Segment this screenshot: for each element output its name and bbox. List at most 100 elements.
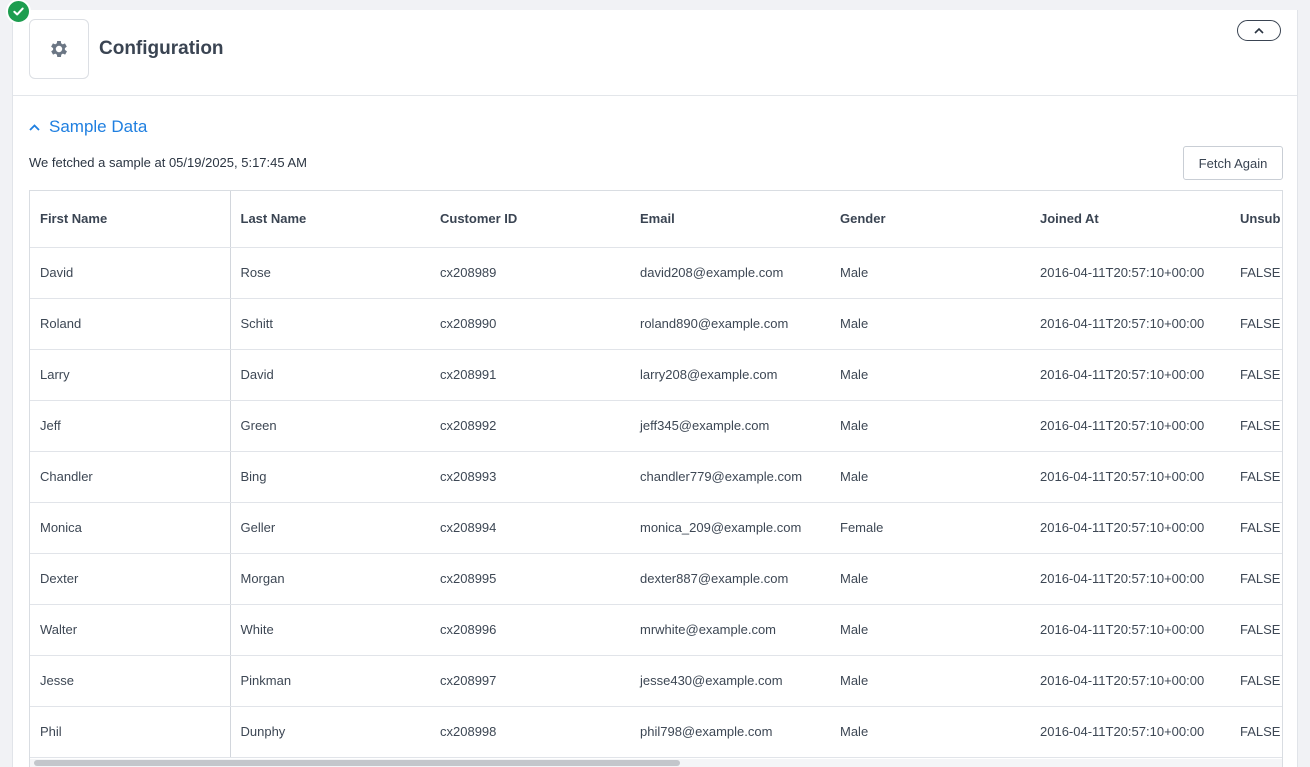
- sample-data-toggle[interactable]: Sample Data: [29, 117, 147, 137]
- section-title: Sample Data: [49, 117, 148, 136]
- gear-icon-box: [29, 19, 89, 79]
- table-row[interactable]: Roland Schitt cx208990 roland890@example.co…: [30, 298, 1282, 350]
- table-cell: 2016-04-11T20:57:10+00:00: [1030, 247, 1230, 299]
- table-cell: FALSE: [1230, 502, 1282, 554]
- table-cell: FALSE: [1230, 706, 1282, 758]
- table-cell: cx208997: [430, 655, 630, 707]
- table-cell: Male: [830, 349, 1030, 401]
- table-cell: FALSE: [1230, 400, 1282, 452]
- table-cell: Female: [830, 502, 1030, 554]
- table-cell: monica_209@example.com: [630, 502, 830, 554]
- table-cell: 2016-04-11T20:57:10+00:00: [1030, 655, 1230, 707]
- table-cell: Male: [830, 604, 1030, 656]
- table-row[interactable]: Jeff Green cx208992 jeff345@example.com Male…: [30, 400, 1282, 452]
- table-cell: Schitt: [230, 298, 430, 350]
- table-cell: 2016-04-11T20:57:10+00:00: [1030, 400, 1230, 452]
- fetch-again-button[interactable]: Fetch Again: [1183, 146, 1283, 180]
- table-cell: jeff345@example.com: [630, 400, 830, 452]
- config-header: Configuration: [13, 10, 1297, 96]
- table-cell: FALSE: [1230, 247, 1282, 299]
- table-cell: Jesse: [30, 655, 231, 707]
- column-header[interactable]: Customer ID: [430, 191, 630, 248]
- table-cell: 2016-04-11T20:57:10+00:00: [1030, 604, 1230, 656]
- collapse-button[interactable]: [1237, 20, 1281, 41]
- table-cell: Male: [830, 400, 1030, 452]
- table-cell: Chandler: [30, 451, 231, 503]
- table-cell: cx208989: [430, 247, 630, 299]
- table-cell: cx208992: [430, 400, 630, 452]
- column-header[interactable]: Last Name: [230, 191, 430, 248]
- table-cell: Morgan: [230, 553, 430, 605]
- table-row[interactable]: Phil Dunphy cx208998 phil798@example.com Mal…: [30, 706, 1282, 758]
- check-circle-icon: [6, 0, 31, 24]
- table-row[interactable]: Walter White cx208996 mrwhite@example.com Ma…: [30, 604, 1282, 656]
- table-cell: Larry: [30, 349, 231, 401]
- column-header[interactable]: Gender: [830, 191, 1030, 248]
- table-cell: David: [30, 247, 231, 299]
- table-cell: David: [230, 349, 430, 401]
- table-cell: cx208998: [430, 706, 630, 758]
- table-cell: david208@example.com: [630, 247, 830, 299]
- table-cell: mrwhite@example.com: [630, 604, 830, 656]
- table-cell: cx208991: [430, 349, 630, 401]
- table-cell: jesse430@example.com: [630, 655, 830, 707]
- table-cell: cx208996: [430, 604, 630, 656]
- table-cell: Male: [830, 655, 1030, 707]
- table-cell: dexter887@example.com: [630, 553, 830, 605]
- table-cell: larry208@example.com: [630, 349, 830, 401]
- table-cell: Male: [830, 247, 1030, 299]
- table-cell: FALSE: [1230, 553, 1282, 605]
- chevron-up-icon: [29, 124, 40, 131]
- scrollbar-thumb[interactable]: [34, 760, 680, 766]
- gear-icon: [51, 41, 67, 57]
- table-cell: Male: [830, 706, 1030, 758]
- table-cell: Pinkman: [230, 655, 430, 707]
- table-cell: 2016-04-11T20:57:10+00:00: [1030, 553, 1230, 605]
- table-row[interactable]: David Rose cx208989 david208@example.com Mal…: [30, 247, 1282, 299]
- table-cell: Jeff: [30, 400, 231, 452]
- table-cell: Phil: [30, 706, 231, 758]
- table-cell: roland890@example.com: [630, 298, 830, 350]
- chevron-up-icon: [1254, 27, 1264, 34]
- table-cell: Male: [830, 553, 1030, 605]
- table-cell: Male: [830, 451, 1030, 503]
- table-cell: 2016-04-11T20:57:10+00:00: [1030, 349, 1230, 401]
- table-cell: 2016-04-11T20:57:10+00:00: [1030, 298, 1230, 350]
- table-cell: 2016-04-11T20:57:10+00:00: [1030, 502, 1230, 554]
- table-cell: FALSE: [1230, 298, 1282, 350]
- table-row[interactable]: Monica Geller cx208994 monica_209@example.c…: [30, 502, 1282, 554]
- column-header[interactable]: Unsub: [1230, 191, 1282, 248]
- table-row[interactable]: Jesse Pinkman cx208997 jesse430@example.com…: [30, 655, 1282, 707]
- table-cell: Dexter: [30, 553, 231, 605]
- table-cell: Roland: [30, 298, 231, 350]
- table-cell: chandler779@example.com: [630, 451, 830, 503]
- table-cell: Geller: [230, 502, 430, 554]
- table-cell: cx208994: [430, 502, 630, 554]
- table-cell: Dunphy: [230, 706, 430, 758]
- table-cell: Rose: [230, 247, 430, 299]
- page-title: Configuration: [99, 38, 224, 59]
- table-cell: 2016-04-11T20:57:10+00:00: [1030, 451, 1230, 503]
- sample-data-table: First Name Last Name Customer ID Email G…: [29, 190, 1283, 767]
- horizontal-scrollbar[interactable]: [30, 759, 1282, 767]
- table-cell: Monica: [30, 502, 231, 554]
- table-cell: cx208990: [430, 298, 630, 350]
- configuration-card: Configuration Sample Data We fetched a s…: [12, 10, 1298, 767]
- table-row[interactable]: Larry David cx208991 larry208@example.com Ma…: [30, 349, 1282, 401]
- column-header[interactable]: Email: [630, 191, 830, 248]
- table-cell: FALSE: [1230, 451, 1282, 503]
- column-header[interactable]: First Name: [30, 191, 231, 248]
- table-cell: FALSE: [1230, 604, 1282, 656]
- table-cell: FALSE: [1230, 655, 1282, 707]
- table-cell: Green: [230, 400, 430, 452]
- table-cell: Walter: [30, 604, 231, 656]
- column-header[interactable]: Joined At: [1030, 191, 1230, 248]
- table-header-row: First Name Last Name Customer ID Email G…: [30, 191, 1282, 248]
- table-cell: Bing: [230, 451, 430, 503]
- table-cell: White: [230, 604, 430, 656]
- table-row[interactable]: Dexter Morgan cx208995 dexter887@example.co…: [30, 553, 1282, 605]
- table-cell: phil798@example.com: [630, 706, 830, 758]
- table-cell: Male: [830, 298, 1030, 350]
- table-row[interactable]: Chandler Bing cx208993 chandler779@example.…: [30, 451, 1282, 503]
- table-cell: FALSE: [1230, 349, 1282, 401]
